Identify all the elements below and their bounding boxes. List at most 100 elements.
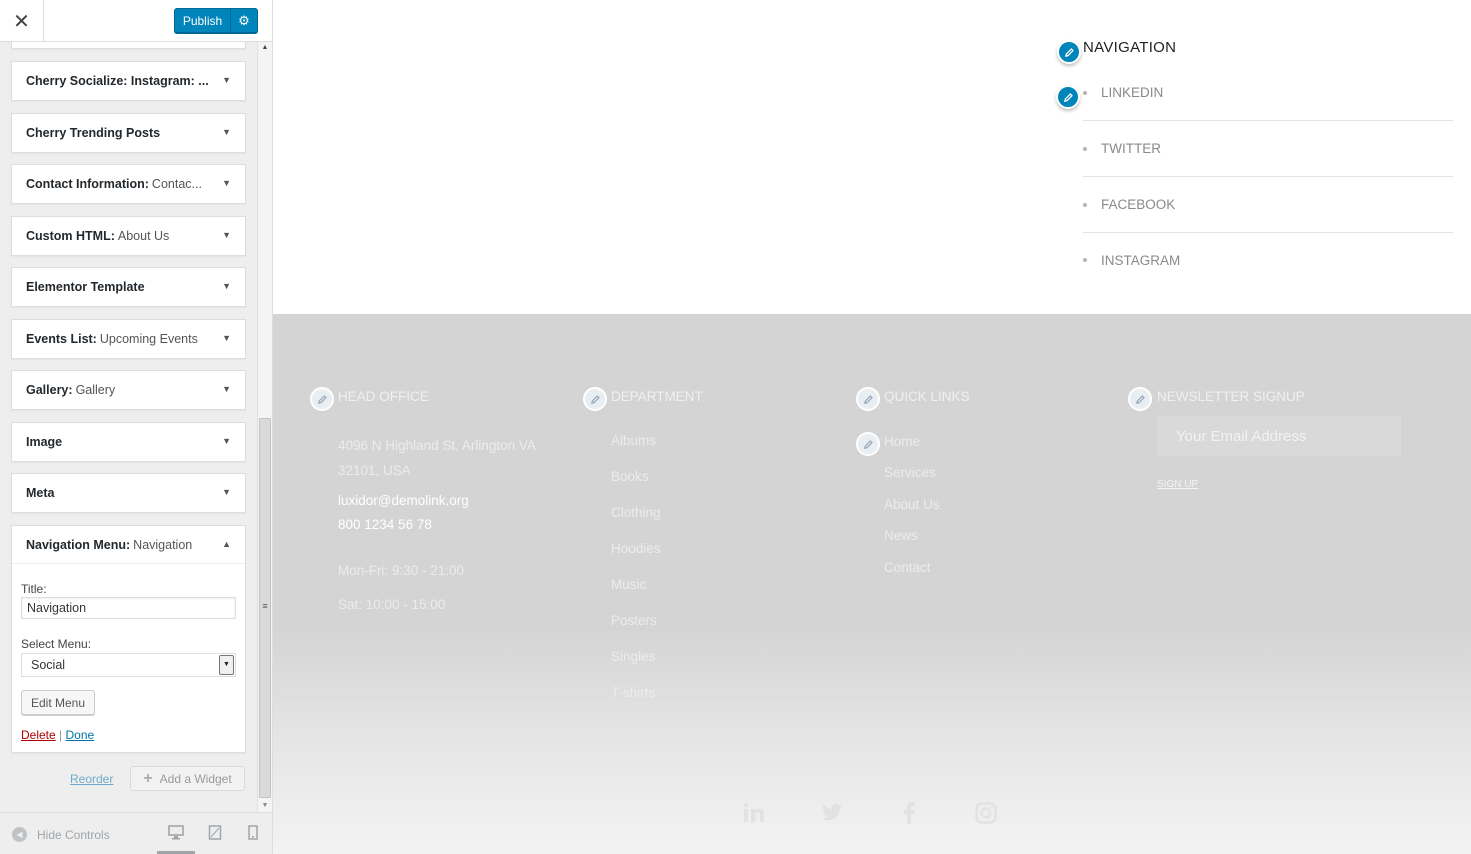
department-link[interactable]: Posters	[611, 613, 657, 628]
delete-widget-link[interactable]: Delete	[21, 728, 56, 742]
department-link[interactable]: Albums	[611, 433, 656, 448]
edit-menu-button[interactable]: Edit Menu	[21, 690, 95, 715]
quick-link[interactable]: About Us	[884, 497, 940, 512]
department-link[interactable]: Books	[611, 469, 649, 484]
department-link[interactable]: Hoodies	[611, 541, 661, 556]
expand-arrow-icon[interactable]: ▼	[222, 75, 231, 85]
widget-header[interactable]: Cherry Trending Posts ▼	[12, 114, 245, 152]
select-menu-dropdown[interactable]: Social ▼	[21, 653, 236, 677]
widget-gallery[interactable]: Gallery: Gallery ▼	[11, 370, 246, 410]
title-field[interactable]	[21, 597, 236, 619]
scroll-down-arrow-icon[interactable]: ▼	[258, 800, 272, 812]
head-office-title: HEAD OFFICE	[338, 389, 429, 404]
widget-subtitle: Gallery	[75, 383, 116, 397]
nav-item-instagram[interactable]: INSTAGRAM	[1083, 232, 1453, 288]
hide-controls-label: Hide Controls	[37, 827, 110, 842]
widget-header[interactable]: Events List: Upcoming Events ▼	[12, 320, 245, 358]
publish-button[interactable]: Publish	[175, 9, 231, 32]
newsletter-email-input[interactable]	[1157, 416, 1401, 456]
linkedin-icon[interactable]	[741, 800, 767, 826]
bullet-icon	[1083, 202, 1087, 207]
widget-header[interactable]: Gallery: Gallery ▼	[12, 371, 245, 409]
widget-header[interactable]: Cherry Socialize: Instagram: ... ▼	[12, 62, 245, 100]
panel-scrollbar[interactable]: ▲ ≡ ▼	[257, 42, 272, 812]
edit-quick-links-menu-shortcut[interactable]	[856, 432, 880, 456]
navigation-widget-title: NAVIGATION	[1083, 39, 1177, 56]
widget-header[interactable]: Image ▼	[12, 423, 245, 461]
department-link[interactable]: Music	[611, 577, 646, 592]
desktop-preview-icon[interactable]	[167, 825, 185, 843]
scrollbar-thumb[interactable]: ≡	[259, 418, 271, 798]
instagram-icon[interactable]	[973, 800, 999, 826]
reorder-link[interactable]: Reorder	[70, 772, 113, 786]
edit-widget-shortcut[interactable]	[1057, 40, 1081, 64]
widget-header[interactable]: Custom HTML: About Us ▼	[12, 217, 245, 255]
contact-email[interactable]: luxidor@demolink.org	[338, 493, 469, 508]
widget-elementor-template[interactable]: Elementor Template ▼	[11, 267, 246, 307]
edit-newsletter-shortcut[interactable]	[1128, 387, 1152, 411]
nav-item-label: FACEBOOK	[1101, 197, 1176, 212]
twitter-icon[interactable]	[819, 800, 845, 826]
contact-phone[interactable]: 800 1234 56 78	[338, 517, 432, 532]
widget-custom-html[interactable]: Custom HTML: About Us ▼	[11, 216, 246, 256]
actions-separator: |	[59, 728, 63, 742]
widget-name: Image	[26, 435, 63, 449]
widget-header[interactable]: Navigation Menu: Navigation ▲	[12, 526, 245, 564]
widget-name: Cherry Trending Posts	[26, 126, 161, 140]
scroll-up-arrow-icon[interactable]: ▲	[258, 42, 272, 54]
widget-header[interactable]: Contact Information: Contac... ▼	[12, 165, 245, 203]
edit-head-office-shortcut[interactable]	[310, 387, 334, 411]
department-link[interactable]: Clothing	[611, 505, 661, 520]
nav-item-linkedin[interactable]: LINKEDIN	[1083, 65, 1453, 121]
mobile-preview-icon[interactable]	[244, 825, 262, 843]
nav-item-label: TWITTER	[1101, 141, 1161, 156]
bullet-icon	[1083, 258, 1087, 262]
facebook-icon[interactable]	[896, 800, 922, 826]
edit-department-shortcut[interactable]	[583, 387, 607, 411]
pencil-icon	[863, 394, 873, 404]
widget-meta[interactable]: Meta ▼	[11, 473, 246, 513]
customizer-footer: ◀ Hide Controls	[0, 812, 272, 854]
widget-cherry-socialize-instagram[interactable]: Cherry Socialize: Instagram: ... ▼	[11, 61, 246, 101]
newsletter-signup-button[interactable]: SIGN UP	[1157, 479, 1198, 490]
collapse-arrow-icon[interactable]: ▲	[222, 539, 231, 549]
department-link[interactable]: Singles	[611, 649, 655, 664]
nav-item-facebook[interactable]: FACEBOOK	[1083, 177, 1453, 233]
nav-item-twitter[interactable]: TWITTER	[1083, 121, 1453, 177]
expand-arrow-icon[interactable]: ▼	[222, 436, 231, 446]
widget-image[interactable]: Image ▼	[11, 422, 246, 462]
widget-name: Gallery:	[26, 383, 73, 397]
hide-controls-button[interactable]: ◀ Hide Controls	[12, 827, 110, 842]
publish-settings-button[interactable]: ⚙	[231, 9, 257, 32]
pencil-icon	[863, 439, 873, 449]
pencil-icon	[590, 394, 600, 404]
department-link[interactable]: T-shirts	[611, 685, 655, 700]
tablet-preview-icon[interactable]	[206, 825, 224, 843]
widget-header[interactable]: Meta ▼	[12, 474, 245, 512]
close-customizer-button[interactable]: ✕	[0, 0, 44, 42]
dropdown-arrow-icon[interactable]: ▼	[219, 655, 234, 675]
done-widget-link[interactable]: Done	[66, 728, 95, 742]
widget-events-list[interactable]: Events List: Upcoming Events ▼	[11, 319, 246, 359]
expand-arrow-icon[interactable]: ▼	[222, 384, 231, 394]
expand-arrow-icon[interactable]: ▼	[222, 127, 231, 137]
widget-name: Events List:	[26, 332, 97, 346]
add-widget-button[interactable]: + Add a Widget	[130, 766, 245, 791]
widgets-panel[interactable]: Cherry Socialize: Instagram: ... ▼ Cherr…	[0, 42, 258, 812]
quick-link[interactable]: Home	[884, 434, 920, 449]
expand-arrow-icon[interactable]: ▼	[222, 230, 231, 240]
edit-menu-shortcut[interactable]	[1056, 85, 1080, 109]
expand-arrow-icon[interactable]: ▼	[222, 281, 231, 291]
quick-link[interactable]: Services	[884, 465, 936, 480]
widget-contact-information[interactable]: Contact Information: Contac... ▼	[11, 164, 246, 204]
widget-cherry-trending-posts[interactable]: Cherry Trending Posts ▼	[11, 113, 246, 153]
edit-quick-links-shortcut[interactable]	[856, 387, 880, 411]
quick-link[interactable]: News	[884, 528, 918, 543]
expand-arrow-icon[interactable]: ▼	[222, 178, 231, 188]
expand-arrow-icon[interactable]: ▼	[222, 487, 231, 497]
expand-arrow-icon[interactable]: ▼	[222, 333, 231, 343]
quick-link[interactable]: Contact	[884, 560, 931, 575]
widget-subtitle: Contac...	[151, 177, 202, 191]
widget-navigation-menu[interactable]: Navigation Menu: Navigation ▲ Title: Sel…	[11, 525, 246, 753]
widget-header[interactable]: Elementor Template ▼	[12, 268, 245, 306]
